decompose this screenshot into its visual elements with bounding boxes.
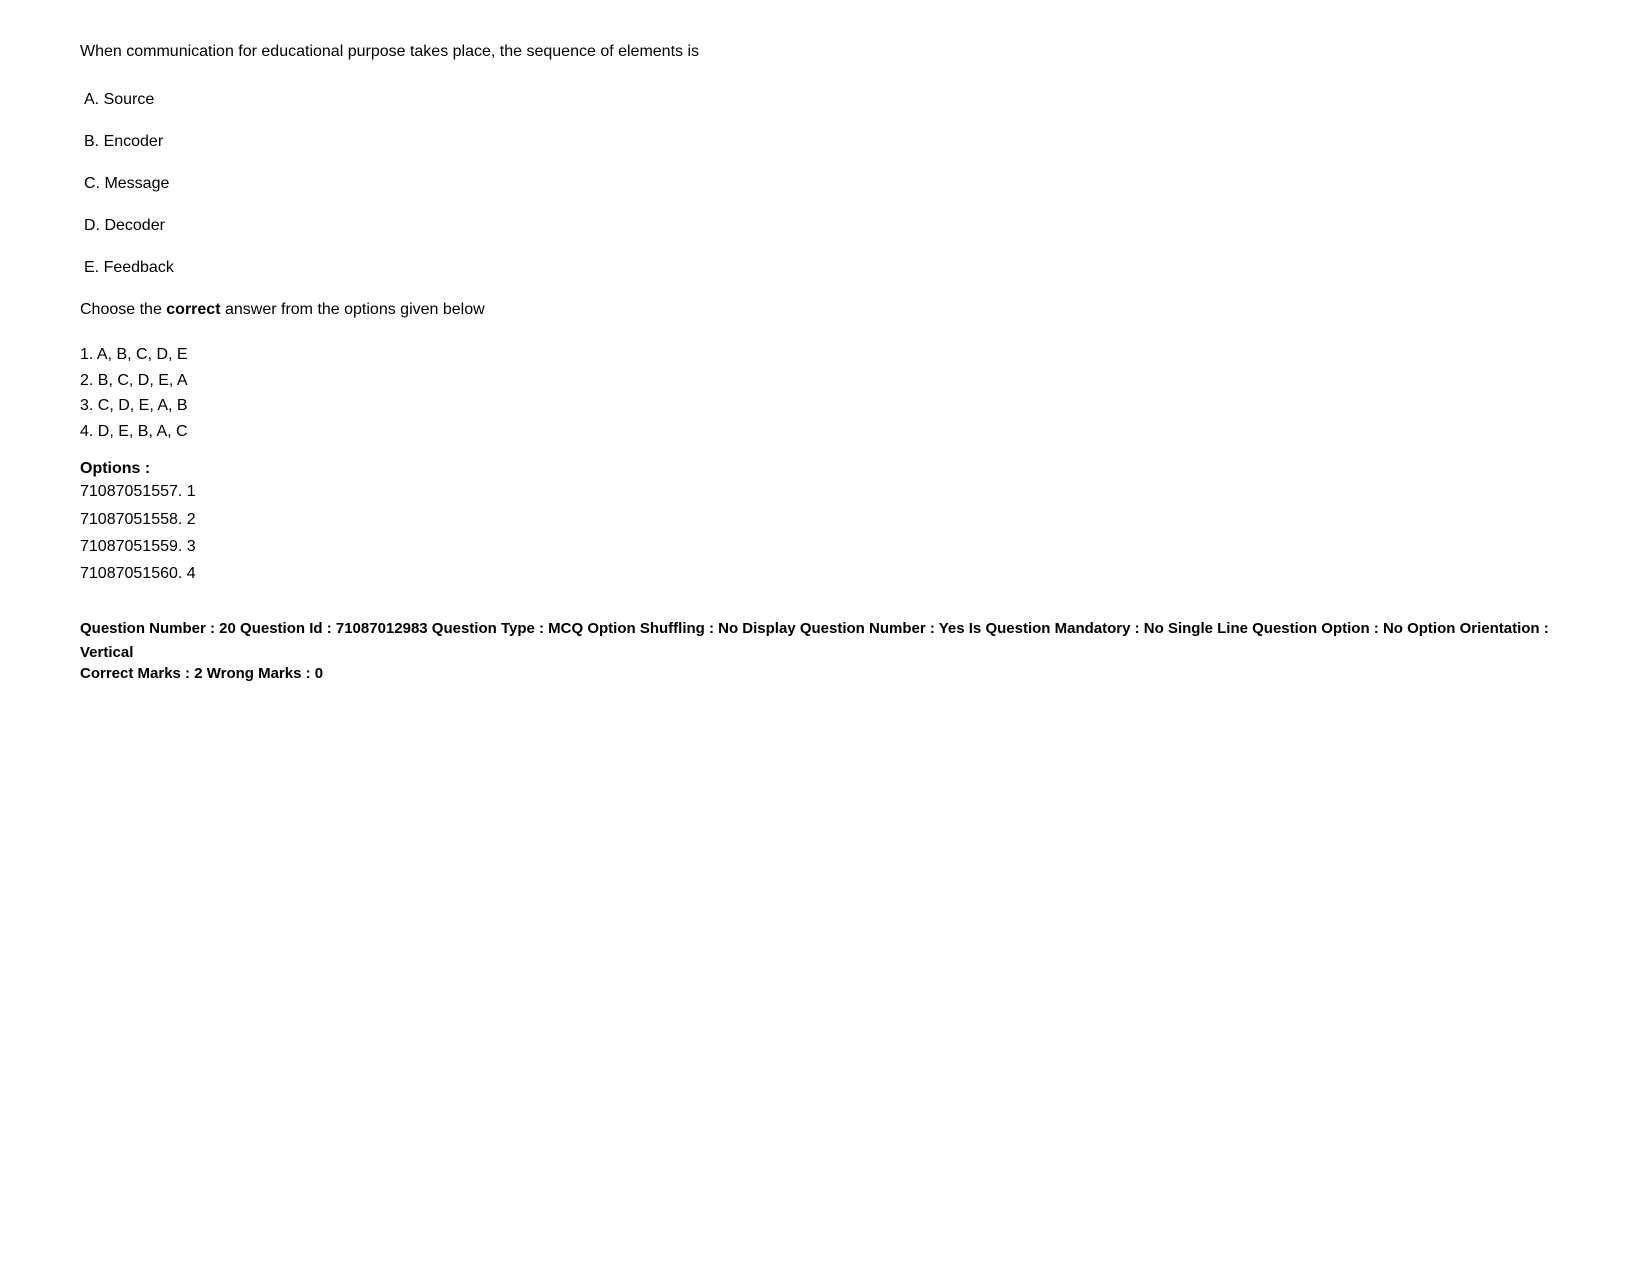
answer-4: 4. D, E, B, A, C <box>80 419 1570 445</box>
option-id-3: 71087051559. 3 <box>80 533 1570 560</box>
option-c: C. Message <box>80 172 1570 196</box>
meta-line1: Question Number : 20 Question Id : 71087… <box>80 617 1570 665</box>
option-a: A. Source <box>80 88 1570 112</box>
options-label: Options : <box>80 460 1570 478</box>
meta-block: Question Number : 20 Question Id : 71087… <box>80 617 1570 682</box>
option-e: E. Feedback <box>80 256 1570 280</box>
options-section: Options : 71087051557. 1 71087051558. 2 … <box>80 460 1570 587</box>
answer-3: 3. C, D, E, A, B <box>80 393 1570 419</box>
answer-1: 1. A, B, C, D, E <box>80 342 1570 368</box>
marks-line: Correct Marks : 2 Wrong Marks : 0 <box>80 665 1570 682</box>
question-text: When communication for educational purpo… <box>80 40 1570 64</box>
option-b: B. Encoder <box>80 130 1570 154</box>
answer-2: 2. B, C, D, E, A <box>80 368 1570 394</box>
option-d: D. Decoder <box>80 214 1570 238</box>
question-container: When communication for educational purpo… <box>80 40 1570 682</box>
option-id-1: 71087051557. 1 <box>80 478 1570 505</box>
option-id-4: 71087051560. 4 <box>80 560 1570 587</box>
options-list: A. Source B. Encoder C. Message D. Decod… <box>80 88 1570 280</box>
option-id-2: 71087051558. 2 <box>80 506 1570 533</box>
answers-list: 1. A, B, C, D, E 2. B, C, D, E, A 3. C, … <box>80 342 1570 444</box>
choose-instruction: Choose the correct answer from the optio… <box>80 298 1570 322</box>
